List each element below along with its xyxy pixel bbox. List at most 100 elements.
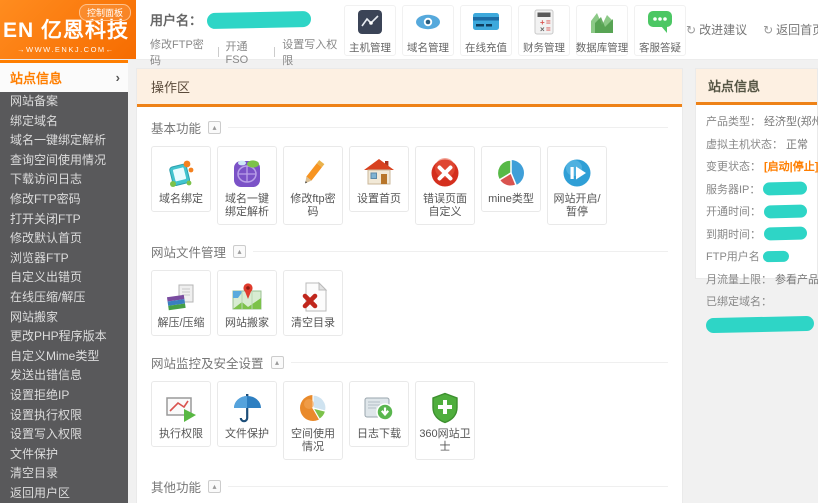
ftp-password-icon [296, 155, 330, 191]
nav-item-label: 财务管理 [523, 40, 565, 55]
nav-item-database[interactable]: 数据库管理 [576, 5, 628, 56]
brand-url: →WWW.ENKJ.COM← [3, 45, 132, 54]
info-label: 产品类型： [706, 113, 761, 129]
function-label: 360网站卫士 [418, 428, 472, 454]
error-page-icon [428, 155, 462, 191]
sidebar-item-toggle-ftp[interactable]: 打开关闭FTP [0, 210, 128, 230]
sidebar-item-change-ftp-password[interactable]: 修改FTP密码 [0, 190, 128, 210]
divider [228, 127, 668, 128]
function-log-download[interactable]: 日志下载 [349, 381, 409, 447]
info-label: 服务器IP： [706, 181, 760, 197]
function-label: 网站开启/暂停 [550, 193, 604, 219]
group-title-label: 网站文件管理 [151, 242, 226, 261]
redacted-bound-domain [706, 315, 814, 332]
info-label: 到期时间： [706, 226, 761, 242]
nav-item-domain-manage[interactable]: 域名管理 [402, 5, 454, 56]
function-error-page[interactable]: 错误页面自定义 [415, 146, 475, 225]
divider [274, 47, 275, 57]
sidebar-item-send-error-info[interactable]: 发送出错信息 [0, 366, 128, 386]
operation-panel: 操作区 基本功能 ▴ 域名绑定 域名一键绑定解析 修改ftp密码 [136, 68, 683, 503]
username-redacted-value [207, 10, 311, 28]
info-label: FTP用户名 [706, 248, 760, 264]
sidebar-item-clear-dir[interactable]: 清空目录 [0, 464, 128, 484]
user-block: 用户名： 修改FTP密码 开通FSO 设置写入权限 [136, 0, 344, 59]
set-homepage-icon [362, 155, 396, 191]
curved-arrow-icon: ↻ [686, 23, 696, 37]
divider [291, 362, 668, 363]
sidebar-item-site-info[interactable]: 站点信息 › [0, 63, 128, 92]
return-home-link[interactable]: ↻ 返回首页 [763, 21, 818, 38]
collapse-toggle-icon[interactable]: ▴ [208, 121, 221, 134]
info-row-server-ip: 服务器IP： [706, 181, 807, 197]
basic-functions-row: 域名绑定 域名一键绑定解析 修改ftp密码 设置首页 错误页面自定义 [137, 142, 682, 231]
link-open-fso[interactable]: 开通FSO [226, 38, 268, 66]
log-download-icon [362, 390, 396, 426]
nav-item-recharge[interactable]: 在线充值 [460, 5, 512, 56]
sidebar-item-download-log[interactable]: 下载访问日志 [0, 170, 128, 190]
monitor-security-row: 执行权限 文件保护 空间使用情况 日志下载 360网站卫士 [137, 377, 682, 466]
nav-item-support[interactable]: 客服答疑 [634, 5, 686, 56]
sidebar-item-default-homepage[interactable]: 修改默认首页 [0, 229, 128, 249]
sidebar-item-exec-permission[interactable]: 设置执行权限 [0, 406, 128, 426]
function-unzip[interactable]: 解压/压缩 [151, 270, 211, 336]
divider [228, 486, 668, 487]
link-set-write-permission[interactable]: 设置写入权限 [282, 36, 344, 68]
group-title-label: 网站监控及安全设置 [151, 353, 264, 372]
site-info-panel: 站点信息 产品类型： 经济型(郑州) 虚拟主机状态： 正常 变更状态： [启动|… [695, 68, 818, 279]
function-site-toggle[interactable]: 网站开启/暂停 [547, 146, 607, 225]
collapse-toggle-icon[interactable]: ▴ [271, 356, 284, 369]
info-label: 开通时间： [706, 203, 761, 219]
sidebar-item-browser-ftp[interactable]: 浏览器FTP [0, 249, 128, 269]
sidebar-item-online-zip[interactable]: 在线压缩/解压 [0, 288, 128, 308]
function-space-usage[interactable]: 空间使用情况 [283, 381, 343, 460]
sidebar-item-space-usage[interactable]: 查询空间使用情况 [0, 151, 128, 171]
function-label: 域名绑定 [159, 193, 203, 206]
sidebar-item-site-move[interactable]: 网站搬家 [0, 308, 128, 328]
database-icon [589, 6, 615, 37]
sidebar-item-file-protect[interactable]: 文件保护 [0, 445, 128, 465]
sidebar-item-mime-type[interactable]: 自定义Mime类型 [0, 347, 128, 367]
sidebar-item-bind-domain[interactable]: 绑定域名 [0, 112, 128, 132]
operation-panel-title: 操作区 [137, 69, 682, 107]
collapse-toggle-icon[interactable]: ▴ [208, 480, 221, 493]
function-domain-bind[interactable]: 域名绑定 [151, 146, 211, 212]
sidebar-item-return-user[interactable]: 返回用户区 [0, 484, 128, 503]
finance-icon: +=×= [531, 6, 557, 37]
svg-text:×: × [540, 25, 545, 34]
sidebar-item-php-version[interactable]: 更改PHP程序版本 [0, 327, 128, 347]
sidebar-item-custom-error-page[interactable]: 自定义出错页 [0, 268, 128, 288]
function-file-protect[interactable]: 文件保护 [217, 381, 277, 447]
function-site-guard[interactable]: 360网站卫士 [415, 381, 475, 460]
function-site-move[interactable]: 网站搬家 [217, 270, 277, 336]
nav-item-finance[interactable]: +=×= 财务管理 [518, 5, 570, 56]
exec-permission-icon [164, 390, 198, 426]
function-label: 设置首页 [357, 193, 401, 206]
nav-item-host-manage[interactable]: 主机管理 [344, 5, 396, 56]
info-row-change-status: 变更状态： [启动|停止] [706, 158, 807, 174]
improve-suggestion-link[interactable]: ↻ 改进建议 [686, 21, 747, 38]
info-row-traffic-limit: 月流量上限： 参看产品参数 [706, 271, 807, 287]
function-label: 解压/压缩 [157, 317, 204, 330]
function-mime-type[interactable]: mine类型 [481, 146, 541, 212]
divider [218, 47, 219, 57]
function-domain-onekey-resolve[interactable]: 域名一键绑定解析 [217, 146, 277, 225]
sidebar-item-deny-ip[interactable]: 设置拒绝IP [0, 386, 128, 406]
function-ftp-password[interactable]: 修改ftp密码 [283, 146, 343, 225]
sidebar-item-beian[interactable]: 网站备案 [0, 92, 128, 112]
function-set-homepage[interactable]: 设置首页 [349, 146, 409, 212]
sidebar-item-onekey-resolve[interactable]: 域名一键绑定解析 [0, 131, 128, 151]
function-clear-dir[interactable]: 清空目录 [283, 270, 343, 336]
collapse-toggle-icon[interactable]: ▴ [233, 245, 246, 258]
redacted-value [764, 227, 807, 241]
group-title-label: 其他功能 [151, 477, 201, 496]
header-links: ↻ 改进建议 ↻ 返回首页 [686, 0, 818, 59]
space-usage-icon [296, 390, 330, 426]
nav-item-label: 主机管理 [349, 40, 391, 55]
function-label: mine类型 [488, 193, 534, 206]
function-exec-permission[interactable]: 执行权限 [151, 381, 211, 447]
sidebar-item-write-permission[interactable]: 设置写入权限 [0, 425, 128, 445]
start-stop-link[interactable]: [启动|停止] [764, 158, 818, 174]
clear-dir-icon [296, 279, 330, 315]
link-change-ftp-password[interactable]: 修改FTP密码 [150, 36, 211, 68]
function-label: 域名一键绑定解析 [220, 193, 274, 219]
